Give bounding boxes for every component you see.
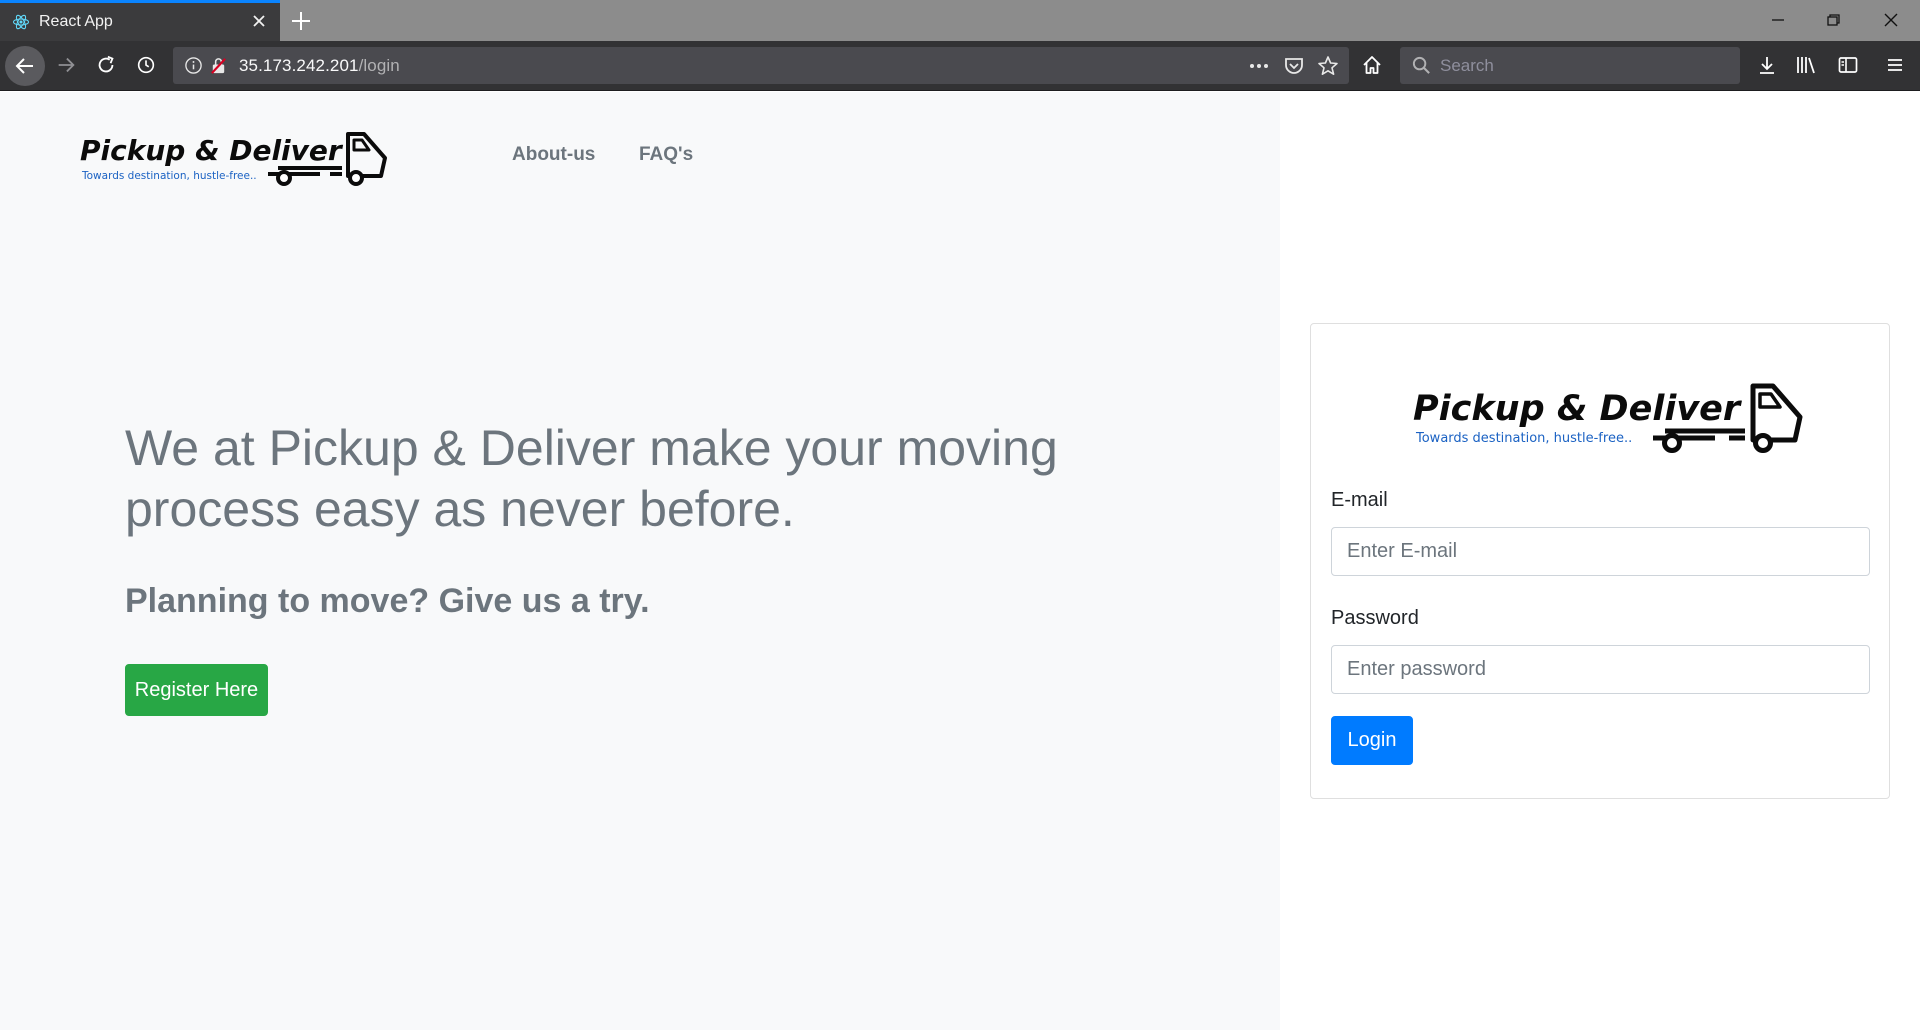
search-bar[interactable]: Search [1400,47,1740,84]
login-card: Pickup & Deliver Towards destination, hu… [1310,323,1890,799]
restore-icon[interactable] [1820,8,1846,32]
download-icon [1760,57,1774,74]
landing-pane: Pickup & Deliver Towards destination, hu… [0,92,1280,1030]
url-text[interactable]: 35.173.242.201/login [239,56,400,76]
brand-tagline: Towards destination, hustle-free.. [81,170,257,182]
arrow-right-icon [58,57,75,73]
login-button[interactable]: Login [1331,716,1413,765]
url-path: /login [358,56,400,75]
email-field[interactable] [1331,527,1870,576]
register-button[interactable]: Register Here [125,664,268,716]
back-button[interactable] [5,46,45,86]
url-host: 35.173.242.201 [239,56,359,75]
hero-subtitle: Planning to move? Give us a try. [125,582,650,620]
arrow-left-icon [15,58,33,74]
pocket-icon[interactable] [1283,55,1305,77]
tab-strip: React App [0,0,1920,41]
reload-icon [98,55,114,73]
library-button[interactable] [1792,50,1822,80]
page: Pickup & Deliver Towards destination, hu… [0,92,1920,1030]
brand-name: Pickup & Deliver [80,134,344,167]
brand-logo[interactable]: Pickup & Deliver Towards destination, hu… [80,128,390,190]
search-placeholder: Search [1440,56,1494,75]
hamburger-menu-icon [1888,59,1902,71]
login-pane: Pickup & Deliver Towards destination, hu… [1280,92,1920,1030]
home-button[interactable] [1357,50,1387,80]
close-window-icon[interactable] [1878,8,1904,32]
sidebar-button[interactable] [1833,50,1863,80]
browser-toolbar: 35.173.242.201/login Search [0,41,1920,91]
more-actions-icon[interactable] [1248,56,1270,76]
hero-title: We at Pickup & Deliver make your moving … [125,420,1058,537]
url-bar[interactable]: 35.173.242.201/login [173,47,1349,84]
home-icon [1363,56,1381,74]
library-icon [1797,57,1815,74]
card-brand-name: Pickup & Deliver [1413,389,1743,429]
email-label: E-mail [1331,489,1388,511]
card-brand-logo: Pickup & Deliver Towards destination, hu… [1413,383,1803,453]
nav-link-faqs[interactable]: FAQ's [639,144,693,166]
nav-link-about-us[interactable]: About-us [512,144,595,166]
reload-button[interactable] [91,50,121,80]
bookmark-star-icon[interactable] [1317,55,1339,77]
sidebar-icon [1838,57,1858,73]
close-tab-icon[interactable] [248,10,270,32]
insecure-lock-icon[interactable] [209,56,228,75]
search-icon [1412,56,1430,74]
react-icon [12,14,30,30]
menu-button[interactable] [1880,50,1910,80]
forward-button[interactable] [51,50,81,80]
info-icon[interactable] [184,56,203,75]
new-tab-icon[interactable] [288,8,314,34]
clock-icon [137,56,155,74]
password-label: Password [1331,607,1419,629]
minimize-icon[interactable] [1765,8,1791,32]
browser-tab[interactable]: React App [0,0,280,41]
downloads-button[interactable] [1752,50,1782,80]
card-brand-tagline: Towards destination, hustle-free.. [1415,431,1632,446]
history-button[interactable] [131,50,161,80]
tab-title: React App [39,13,113,30]
password-field[interactable] [1331,645,1870,694]
